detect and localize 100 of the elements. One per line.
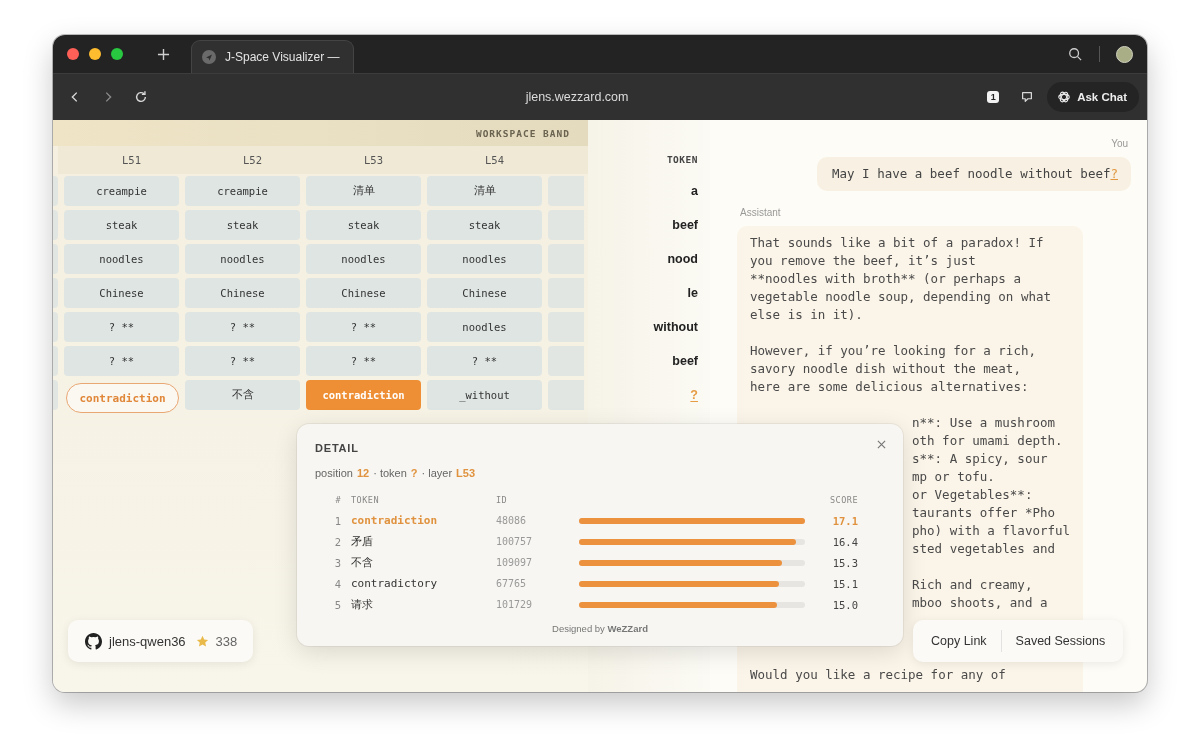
column-header: ID	[496, 494, 509, 505]
new-tab-icon[interactable]	[157, 47, 170, 61]
message-line: However, if you’re looking for a rich,	[750, 342, 1037, 360]
address-bar[interactable]: jlens.wezzard.com	[167, 90, 988, 104]
token-cell[interactable]: creampie	[64, 176, 179, 206]
extension-badge[interactable]: 1	[987, 91, 1000, 103]
repo-badge[interactable]: jlens-qwen36 338	[68, 620, 254, 662]
token-cell[interactable]: ? **	[306, 346, 421, 376]
meta-value: L53	[456, 467, 476, 479]
token-cell[interactable]: noodles	[427, 244, 542, 274]
token-cell[interactable]: Chinese	[185, 278, 300, 308]
score-cell-text: 15.3	[831, 556, 858, 569]
token-cell[interactable]: noodles	[64, 244, 179, 274]
token-label[interactable]: le	[687, 286, 698, 300]
column-header: TOKEN	[351, 494, 381, 505]
token-cell[interactable]: ? **	[185, 312, 300, 342]
message-line: else is in it).	[750, 306, 864, 324]
browser-tab[interactable]: J-Space Visualizer —	[191, 40, 354, 73]
band-label: WORKSPACE BAND	[475, 127, 570, 139]
message-line: pho) with a flavorful	[912, 523, 1071, 538]
token-cell[interactable]: 清单	[306, 176, 421, 206]
token-cell[interactable]: noodles	[427, 312, 542, 342]
credit-text: Designed by WeZZard	[552, 623, 648, 634]
token-label[interactable]: a	[691, 184, 698, 198]
minimize-window-button[interactable]	[89, 48, 101, 60]
message-line: mp or tofu.	[912, 469, 995, 484]
token-label[interactable]: without	[653, 320, 698, 334]
token-label[interactable]: beef	[672, 354, 698, 368]
sender-label: You	[1111, 138, 1128, 149]
id-cell-text: 48086	[496, 515, 528, 526]
token-cell[interactable]: steak	[64, 210, 179, 240]
token-cell[interactable]: creampie	[185, 176, 300, 206]
token-label[interactable]: nood	[667, 252, 698, 266]
token-cell[interactable]: 不含	[185, 380, 300, 410]
score-cell-text: 17.1	[831, 514, 858, 527]
token-cell[interactable]: noodles	[185, 244, 300, 274]
token-cell[interactable]: steak	[306, 210, 421, 240]
token-cell[interactable]: Chinese	[64, 278, 179, 308]
ask-chat-button[interactable]: Ask Chat	[1047, 82, 1139, 112]
token-cell-text: contradictory	[351, 577, 439, 590]
layer-header: L53	[363, 154, 384, 166]
zoom-window-button[interactable]	[111, 48, 123, 60]
message-line: Rich and creamy,	[912, 577, 1033, 592]
chat-bubble-icon[interactable]	[1020, 90, 1035, 104]
navigation-icon	[202, 50, 216, 64]
saved-sessions-button[interactable]: Saved Sessions	[1001, 625, 1120, 657]
token-cell[interactable]: ? **	[64, 312, 179, 342]
id-cell-text: 100757	[496, 536, 534, 547]
token-cell[interactable]: ? **	[185, 346, 300, 376]
close-window-button[interactable]	[67, 48, 79, 60]
copy-link-button[interactable]: Copy Link	[917, 625, 1001, 657]
token-cell-text: 不含	[351, 555, 374, 570]
token-cell-text: contradiction	[351, 514, 439, 527]
meta-label: position	[315, 467, 353, 479]
github-icon	[85, 632, 102, 650]
layer-header: L52	[242, 154, 263, 166]
message-line: oth for umami depth.	[912, 433, 1063, 448]
rank-cell-text: 3	[333, 556, 342, 569]
detail-title: DETAIL	[315, 442, 359, 454]
score-cell-text: 15.0	[831, 598, 858, 611]
layer-header: L51	[121, 154, 142, 166]
close-icon	[876, 439, 886, 449]
token-label[interactable]: beef	[672, 218, 698, 232]
token-cell[interactable]: steak	[185, 210, 300, 240]
rank-cell-text: 2	[333, 535, 342, 548]
rank-cell-text: 1	[333, 514, 342, 527]
reload-icon[interactable]	[134, 90, 148, 104]
token-cell[interactable]: steak	[427, 210, 542, 240]
knot-icon	[1057, 90, 1072, 104]
token-cell[interactable]: 清单	[427, 176, 542, 206]
token-cell[interactable]: noodles	[306, 244, 421, 274]
search-icon[interactable]	[1068, 47, 1082, 61]
token-cell[interactable]: _without	[427, 380, 542, 410]
column-header: #	[334, 494, 342, 505]
message-line: here are some delicious alternatives:	[750, 378, 1030, 396]
token-header: TOKEN	[665, 153, 698, 167]
message-line: Would you like a recipe for any of	[750, 666, 1007, 684]
meta-label: · token	[373, 467, 407, 479]
id-cell-text: 109097	[496, 557, 534, 568]
message-line: That sounds like a bit of a paradox! If	[750, 234, 1045, 252]
message-line: mboo shoots, and a	[912, 595, 1048, 610]
token-cell[interactable]: ? **	[427, 346, 542, 376]
token-cell[interactable]: Chinese	[427, 278, 542, 308]
message-line: vegetable noodle soup, depending on what	[750, 288, 1053, 306]
column-header: SCORE	[828, 494, 858, 505]
token-cell[interactable]: Chinese	[306, 278, 421, 308]
id-cell-text: 67765	[496, 578, 528, 589]
layer-header: L54	[484, 154, 505, 166]
meta-label: · layer	[421, 467, 453, 479]
avatar-icon[interactable]	[1116, 45, 1133, 63]
token-cell[interactable]: ? **	[64, 346, 179, 376]
message-line: taurants offer *Pho	[912, 505, 1055, 520]
message-line: **noodles with broth** (or perhaps a	[750, 270, 1022, 288]
sender-label: Assistant	[740, 207, 782, 218]
message-line: or Vegetables**:	[912, 487, 1033, 502]
message-line: savory noodle dish without the meat,	[750, 360, 1022, 378]
rank-cell-text: 5	[333, 598, 342, 611]
meta-value: ?	[410, 467, 418, 479]
score-cell-text: 15.1	[831, 577, 858, 590]
token-cell[interactable]: ? **	[306, 312, 421, 342]
